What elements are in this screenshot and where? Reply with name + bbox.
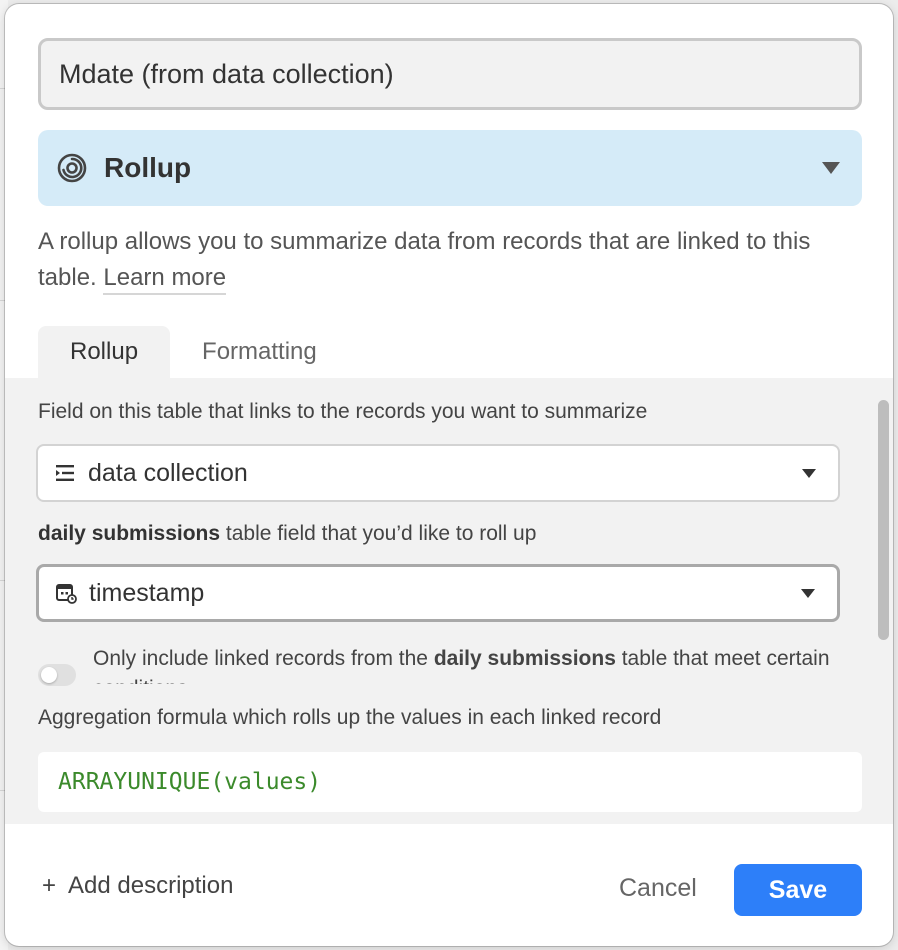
aggregation-formula-input[interactable]: ARRAYUNIQUE(values) [38,752,862,812]
toggle-text-part: Only include linked records from the [93,647,434,670]
chevron-down-icon [822,162,840,174]
formula-text: ARRAYUNIQUE(values) [58,769,322,795]
condition-toggle-label: Only include linked records from the dai… [93,644,853,684]
rollup-field-value: timestamp [89,578,205,607]
add-description-label: Add description [68,872,234,899]
date-field-icon [55,582,77,604]
add-description-button[interactable]: + Add description [42,872,233,900]
rollup-spiral-icon [54,150,90,186]
rollup-field-select[interactable]: timestamp [36,564,840,622]
save-button[interactable]: Save [734,864,862,916]
chevron-down-icon [801,588,815,598]
linked-field-select[interactable]: data collection [36,444,840,502]
toggle-knob [41,667,57,683]
learn-more-link[interactable]: Learn more [103,264,227,295]
aggregation-label: Aggregation formula which rolls up the v… [38,706,662,729]
chevron-down-icon [802,468,816,478]
field-type-label: Rollup [104,152,192,183]
condition-toggle[interactable] [38,664,76,686]
field-type-description: A rollup allows you to summarize data fr… [38,224,864,296]
config-tabs: Rollup Formatting [38,326,349,378]
linked-field-label: Field on this table that links to the re… [38,400,648,423]
plus-icon: + [42,872,57,899]
panel-scrollbar[interactable] [878,400,889,640]
field-name-value: Mdate (from data collection) [59,58,394,89]
field-config-dialog: Mdate (from data collection) Rollup A ro… [5,4,893,946]
rollup-field-label-rest: table field that you’d like to roll up [220,522,537,545]
field-name-input[interactable]: Mdate (from data collection) [38,38,862,110]
toggle-table-name: daily submissions [433,647,616,670]
rollup-field-label: daily submissions table field that you’d… [38,522,536,546]
rollup-config-panel: Field on this table that links to the re… [5,378,893,824]
field-type-select[interactable]: Rollup [38,130,862,206]
cancel-button[interactable]: Cancel [619,874,697,903]
linked-records-icon [54,462,76,484]
tab-formatting[interactable]: Formatting [170,326,349,378]
tab-rollup[interactable]: Rollup [38,326,171,378]
rollup-table-name: daily submissions [38,522,221,545]
linked-field-value: data collection [88,458,248,487]
